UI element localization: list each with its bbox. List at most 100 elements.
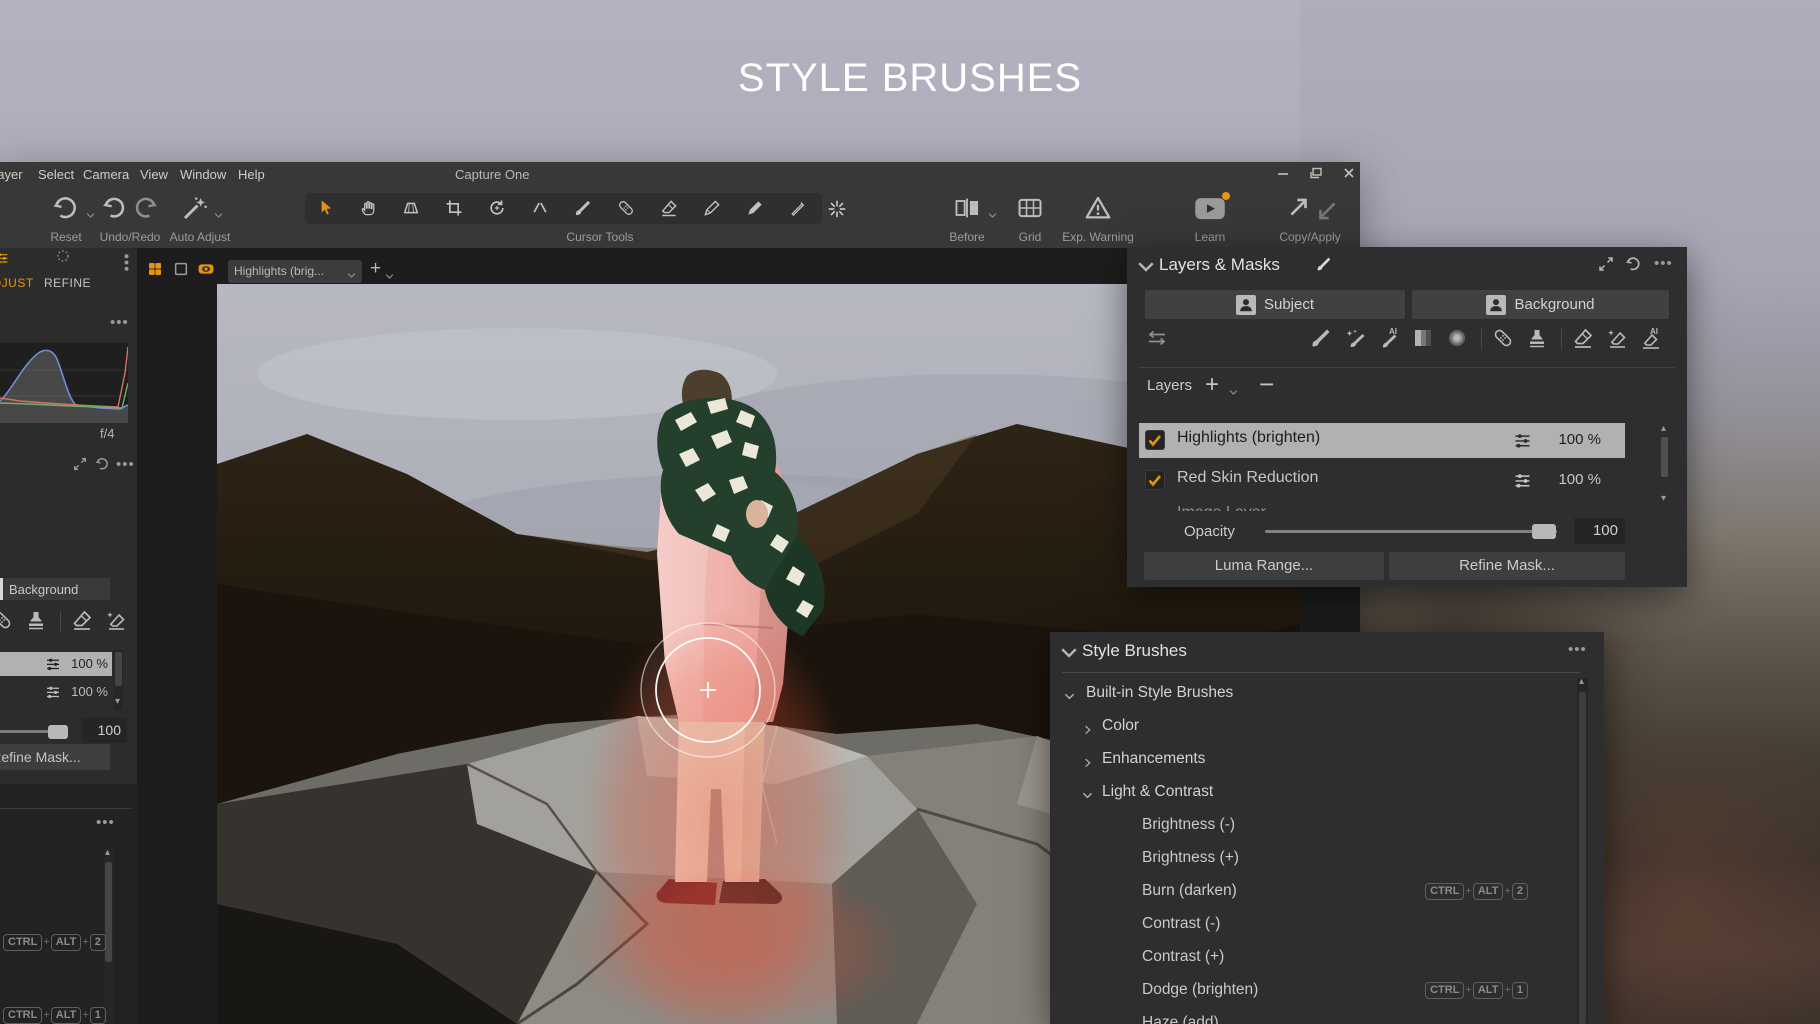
chevron-down-icon[interactable] [988,206,997,213]
brushes-scrollbar[interactable]: ▴ [1577,678,1588,1024]
close-button[interactable] [1338,166,1360,184]
sidebar-layers-scrollbar[interactable]: ▾ [114,650,123,710]
rotate-tool[interactable] [487,198,517,219]
menu-item-help[interactable]: Help [238,167,265,182]
redo-button[interactable] [132,194,160,222]
menu-item-view[interactable]: View [140,167,168,182]
hand-tool[interactable] [358,198,388,219]
scroll-down-icon[interactable]: ▾ [115,696,120,707]
swap-adjustments-icon[interactable] [1145,326,1171,352]
opacity-slider-handle[interactable] [1532,524,1556,539]
tree-item-dodge-brighten[interactable]: Dodge (brighten)CTRL+ALT+1 [1050,973,1570,1006]
scroll-down-icon[interactable]: ▾ [1661,493,1666,504]
expand-panel-icon[interactable] [72,456,88,477]
chevron-right-icon[interactable] [1082,721,1093,730]
sparkle-brush-mask-tool[interactable] [1343,326,1369,352]
sidebar-opacity-value[interactable]: 100 [82,718,127,743]
layer-adjustments-icon[interactable] [1512,470,1533,491]
tree-item-brightness[interactable]: Brightness (-) [1050,808,1570,841]
sidebar-layer-row[interactable]: 100 % [0,652,112,676]
layer-row[interactable]: Image Layer [1139,498,1625,511]
sidebar-opacity-handle[interactable] [48,725,68,739]
heal-mask-tool[interactable] [0,608,16,634]
panel-undo-icon[interactable] [94,456,110,477]
background-mask-button[interactable]: Background [1412,290,1669,319]
layer-adjustments-icon[interactable] [44,655,62,673]
refine-dashed-circle-icon[interactable] [55,248,81,274]
keystone-tool[interactable] [401,198,431,219]
collapse-chevron-icon[interactable] [1137,258,1155,281]
chevron-down-icon[interactable] [1229,383,1238,390]
opacity-value-field[interactable]: 100 [1574,518,1625,544]
lower-panel-menu-icon[interactable]: ••• [96,818,115,828]
tree-item-burn-darken[interactable]: Burn (darken)CTRL+ALT+2 [1050,874,1570,907]
straighten-tool[interactable] [530,198,560,219]
before-button[interactable] [952,194,982,222]
layer-adjustments-icon[interactable] [44,683,62,701]
tree-item-haze-add[interactable]: Haze (add) [1050,1006,1570,1024]
panel-menu-icon[interactable]: ••• [1568,645,1587,655]
sidebar-refine-mask-button[interactable]: Refine Mask... [0,744,110,770]
chevron-right-icon[interactable] [1082,754,1093,763]
heal-tool[interactable] [616,198,646,219]
brush-tool[interactable] [573,198,603,219]
tree-item-contrast[interactable]: Contrast (+) [1050,940,1570,973]
line-pen-tool[interactable] [788,198,818,219]
layer-visibility-checkbox[interactable] [1145,430,1165,450]
burst-icon[interactable] [826,198,848,220]
panel-undo-icon[interactable] [1624,255,1642,278]
cursor-tool[interactable] [315,198,345,219]
undo-button[interactable] [100,194,128,222]
sparkle-eraser-mask-tool[interactable] [104,608,130,634]
tab-adjust[interactable]: ADJUST [0,276,34,290]
layer-row[interactable]: Red Skin Reduction100 % [1139,463,1625,493]
fill-pen-tool[interactable] [745,198,775,219]
ai-brush-mask-tool[interactable]: AI [1377,326,1403,352]
tree-item-contrast[interactable]: Contrast (-) [1050,907,1570,940]
scroll-up-icon[interactable]: ▴ [1579,676,1584,687]
sidebar-layer-row[interactable]: 100 % [0,680,112,704]
layer-adjustments-icon[interactable] [1512,430,1533,451]
sidebar-opacity-track[interactable] [0,730,50,733]
eraser-tool[interactable] [659,198,689,219]
heal-mask-tool[interactable] [1491,326,1517,352]
collapse-chevron-icon[interactable] [1060,644,1078,667]
single-view-icon[interactable] [173,261,191,279]
more-tabs-icon[interactable]: ••• [120,254,130,273]
eraser-mask-tool[interactable] [1571,326,1597,352]
opacity-slider-track[interactable] [1265,530,1557,533]
expand-panel-icon[interactable] [1597,255,1615,278]
grid-view-icon[interactable] [147,261,165,279]
viewer-layer-dropdown[interactable]: Highlights (brig... [228,260,362,283]
refine-mask-button[interactable]: Refine Mask... [1389,552,1625,580]
brush-mask-tool[interactable] [1309,326,1335,352]
chevron-down-icon[interactable] [1082,787,1093,796]
copy-arrow-icon[interactable] [1286,194,1312,220]
menu-item-layer[interactable]: Layer [0,167,23,182]
eraser-mask-tool[interactable] [70,608,96,634]
chevron-down-icon[interactable] [86,206,95,213]
panel-menu-icon[interactable]: ••• [1654,259,1673,269]
tree-item-brightness[interactable]: Brightness (+) [1050,841,1570,874]
sidebar-background-layer-item[interactable]: Background [0,578,110,600]
chevron-down-icon[interactable] [214,206,223,213]
stamp-mask-tool[interactable] [1525,326,1551,352]
auto-adjust-button[interactable] [180,193,210,223]
grid-button[interactable] [1016,194,1044,222]
crop-tool[interactable] [444,198,474,219]
menu-item-window[interactable]: Window [180,167,226,182]
radial-mask-tool[interactable] [1445,326,1471,352]
adjust-sliders-icon[interactable] [0,250,20,276]
learn-button[interactable] [1194,194,1226,222]
chevron-down-icon[interactable] [385,267,394,274]
tree-item-light-contrast[interactable]: Light & Contrast [1050,775,1570,808]
pen-tool[interactable] [702,198,732,219]
apply-arrow-icon[interactable] [1314,198,1340,224]
exposure-warning-button[interactable] [1083,193,1113,223]
gradient-mask-tool[interactable] [1411,326,1437,352]
remove-layer-button[interactable]: − [1259,369,1274,400]
proof-eye-icon[interactable] [198,261,218,279]
histogram-menu-icon[interactable]: ••• [110,318,129,328]
layer-visibility-checkbox[interactable] [1145,470,1165,490]
chevron-down-icon[interactable] [1064,688,1075,697]
